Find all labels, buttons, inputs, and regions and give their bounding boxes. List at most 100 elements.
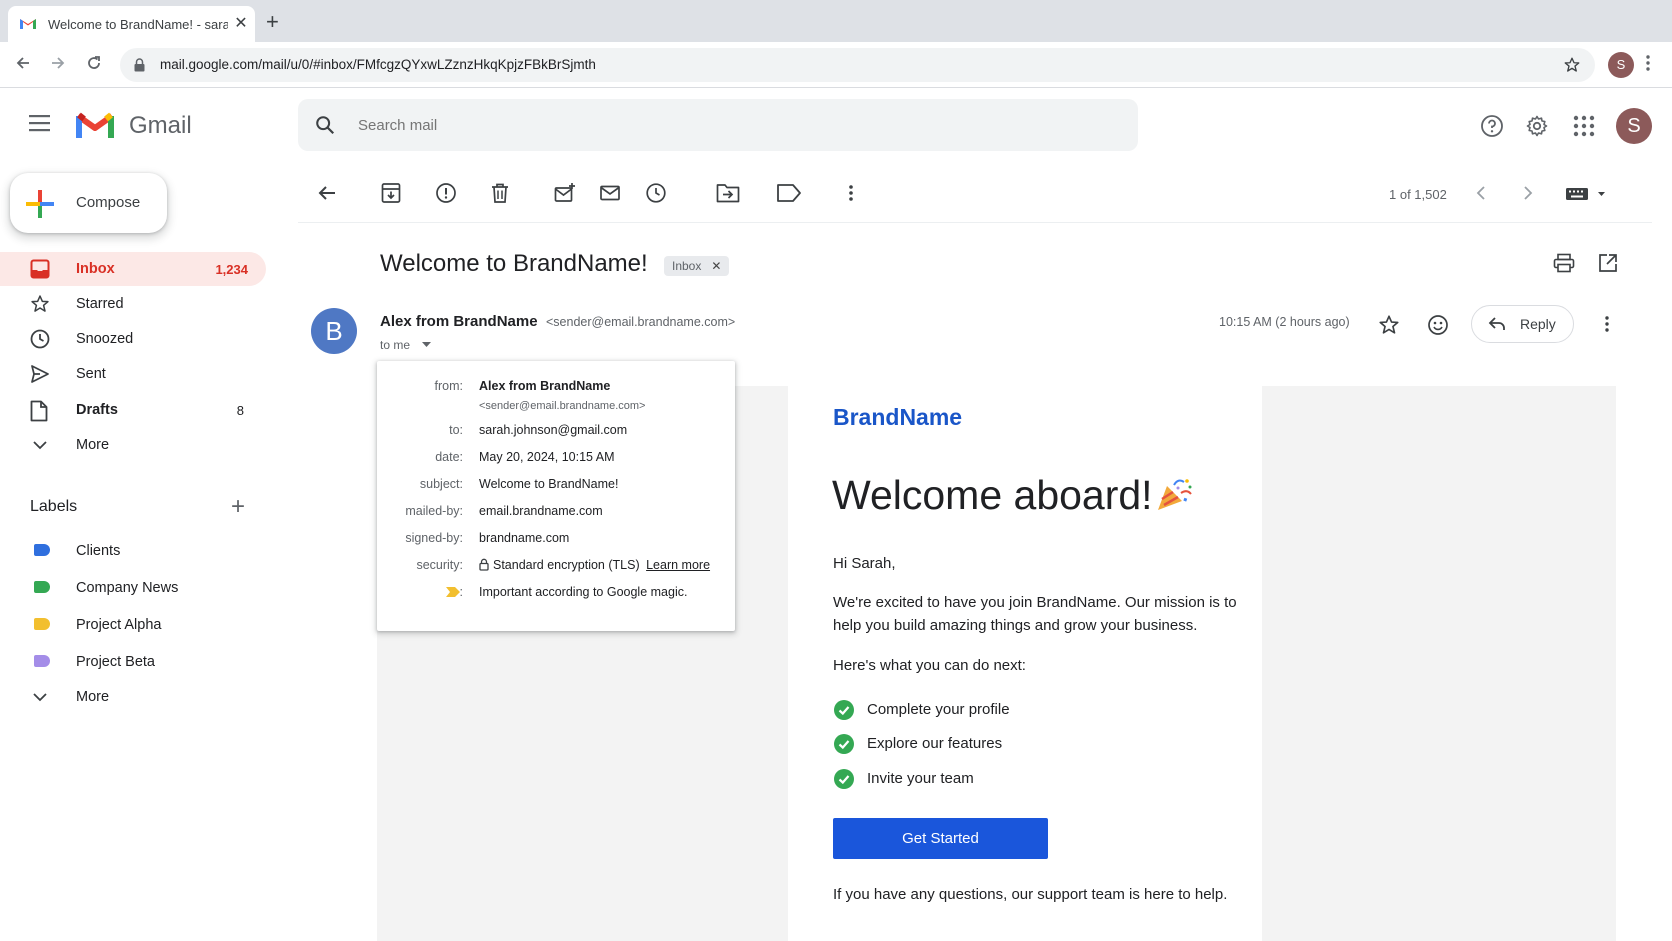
label-item-project-beta[interactable]: Project Beta <box>0 645 266 679</box>
label-item-company-news[interactable]: Company News <box>0 571 266 605</box>
gmail-logo-icon[interactable] <box>76 110 114 140</box>
search-bar[interactable] <box>298 99 1138 151</box>
help-icon[interactable] <box>1480 114 1504 138</box>
labels-more[interactable]: More <box>0 680 266 714</box>
recipient-summary[interactable]: to me <box>380 338 410 352</box>
sender-name[interactable]: Alex from BrandName <box>380 313 538 330</box>
settings-gear-icon[interactable] <box>1525 114 1549 138</box>
pagination-count: 1 of 1,502 <box>1389 187 1447 202</box>
keyboard-icon[interactable] <box>1566 187 1608 201</box>
sidebar-item-snoozed[interactable]: Snoozed <box>0 322 266 356</box>
delete-icon[interactable] <box>490 182 510 204</box>
sidebar-item-label: Snoozed <box>76 331 134 347</box>
chip-label: Inbox <box>672 259 702 273</box>
email-next-title: Here's what you can do next: <box>833 657 1026 674</box>
show-details-caret-icon[interactable] <box>422 342 431 348</box>
apps-grid-icon[interactable] <box>1572 114 1596 138</box>
sidebar-item-label: Drafts <box>76 402 118 418</box>
sender-avatar[interactable]: B <box>311 308 357 354</box>
search-input[interactable] <box>358 113 1058 137</box>
label-item-project-alpha[interactable]: Project Alpha <box>0 608 266 642</box>
sidebar-item-inbox[interactable]: Inbox 1,234 <box>0 252 266 286</box>
label-name: Project Alpha <box>76 617 162 633</box>
move-to-icon[interactable] <box>716 182 740 204</box>
browser-profile-avatar[interactable]: S <box>1608 52 1634 78</box>
star-message-icon[interactable] <box>1378 314 1400 336</box>
checklist-label: Explore our features <box>867 735 1003 752</box>
message-more-icon[interactable] <box>1604 314 1610 334</box>
open-in-new-window-icon[interactable] <box>1598 253 1618 273</box>
compose-button[interactable]: Compose <box>10 173 167 233</box>
sidebar-item-more[interactable]: More <box>0 428 266 462</box>
browser-forward-icon[interactable] <box>49 54 67 72</box>
clock-icon <box>30 329 50 349</box>
emoji-reaction-icon[interactable] <box>1427 314 1449 336</box>
party-popper-icon <box>1154 476 1194 512</box>
checklist-label: Complete your profile <box>867 701 1010 718</box>
label-tag-icon <box>34 655 50 667</box>
remove-label-icon[interactable]: ✕ <box>711 259 721 273</box>
importance-marker-icon <box>445 587 460 597</box>
bookmark-star-icon[interactable] <box>1563 56 1581 74</box>
main-menu-icon[interactable] <box>28 114 52 132</box>
check-circle-icon <box>833 699 855 721</box>
details-value: sarah.johnson@gmail.com <box>479 423 628 437</box>
snooze-icon[interactable] <box>645 182 667 204</box>
new-tab-icon[interactable]: + <box>266 11 279 33</box>
browser-tab[interactable]: Welcome to BrandName! - sarah ✕ <box>8 6 255 42</box>
search-icon[interactable] <box>314 114 336 136</box>
sidebar-item-sent[interactable]: Sent <box>0 357 266 391</box>
sidebar-item-label: Sent <box>76 366 106 382</box>
message-timestamp: 10:15 AM (2 hours ago) <box>1219 315 1350 329</box>
gmail-wordmark: Gmail <box>129 112 192 139</box>
sidebar-item-starred[interactable]: Starred <box>0 287 266 321</box>
learn-more-link[interactable]: Learn more <box>646 558 710 572</box>
account-avatar[interactable]: S <box>1616 108 1652 144</box>
label-tag-icon <box>34 544 50 556</box>
print-icon[interactable] <box>1553 253 1575 273</box>
email-headline: Welcome aboard! <box>832 472 1153 518</box>
sidebar-item-label: Inbox <box>76 261 115 277</box>
check-circle-icon <box>833 768 855 790</box>
browser-menu-icon[interactable] <box>1645 54 1651 72</box>
older-chevron-right-icon[interactable] <box>1521 184 1535 202</box>
tab-close-icon[interactable]: ✕ <box>232 15 250 33</box>
details-key: mailed-by: <box>405 504 463 518</box>
archive-icon[interactable] <box>381 182 401 204</box>
security-lock-icon <box>479 558 489 571</box>
details-key: signed-by: <box>405 531 463 545</box>
sidebar-item-drafts[interactable]: Drafts 8 <box>0 393 266 427</box>
star-icon <box>30 294 50 314</box>
browser-back-icon[interactable] <box>14 54 32 72</box>
address-bar[interactable]: mail.google.com/mail/u/0/#inbox/FMfcgzQY… <box>120 48 1595 82</box>
get-started-button[interactable]: Get Started <box>833 818 1048 859</box>
newer-chevron-left-icon[interactable] <box>1474 184 1488 202</box>
reply-label: Reply <box>1520 316 1556 332</box>
address-url: mail.google.com/mail/u/0/#inbox/FMfcgzQY… <box>160 57 596 72</box>
email-background <box>1262 386 1616 941</box>
add-label-icon[interactable]: + <box>231 495 245 519</box>
email-greeting: Hi Sarah, <box>833 555 896 572</box>
email-intro: We're excited to have you join BrandName… <box>833 594 1237 634</box>
details-from-name-text: Alex from BrandName <box>479 379 611 393</box>
inbox-icon <box>30 259 50 279</box>
mail-icon[interactable] <box>599 182 621 204</box>
more-options-icon[interactable] <box>848 182 854 204</box>
report-spam-icon[interactable] <box>435 182 457 204</box>
label-tag-icon <box>34 618 50 630</box>
details-key: security: <box>416 558 463 572</box>
label-icon[interactable] <box>776 182 802 204</box>
reply-button[interactable]: Reply <box>1471 305 1574 343</box>
sidebar-item-label: More <box>76 437 110 453</box>
details-key: to: <box>449 423 463 437</box>
details-key: subject: <box>419 477 463 491</box>
inbox-label-chip[interactable]: Inbox ✕ <box>664 256 730 276</box>
compose-plus-icon <box>24 188 56 220</box>
browser-tab-title: Welcome to BrandName! - sarah <box>48 17 228 32</box>
details-key: date: <box>435 450 463 464</box>
mark-as-unread-icon[interactable] <box>554 182 576 204</box>
label-item-clients[interactable]: Clients <box>0 534 266 568</box>
details-security-value: Standard encryption (TLS) Learn more <box>479 558 710 572</box>
back-to-inbox-icon[interactable] <box>316 182 338 204</box>
browser-reload-icon[interactable] <box>85 54 103 72</box>
